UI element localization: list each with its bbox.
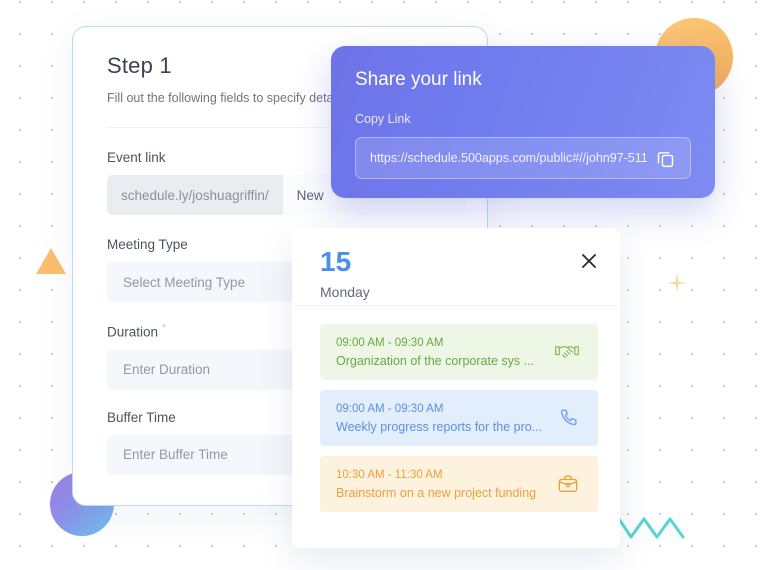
event-title: Organization of the corporate sys ...: [336, 353, 535, 368]
share-url-field[interactable]: https://schedule.500apps.com/public#//jo…: [355, 137, 691, 179]
zigzag-shape: [617, 515, 695, 541]
share-url-text: https://schedule.500apps.com/public#//jo…: [370, 151, 647, 165]
close-icon[interactable]: [580, 252, 598, 270]
event-texts: 10:30 AM - 11:30 AM Brainstorm on a new …: [336, 469, 536, 500]
share-link-card: Share your link Copy Link https://schedu…: [331, 46, 715, 198]
plus-shape: [664, 270, 690, 296]
share-card-title: Share your link: [355, 69, 482, 90]
list-item[interactable]: 09:00 AM - 09:30 AM Weekly progress repo…: [320, 390, 598, 446]
calendar-day-name: Monday: [320, 284, 370, 300]
calendar-events-list: 09:00 AM - 09:30 AM Organization of the …: [292, 306, 620, 512]
screenshot-canvas: Step 1 Fill out the following fields to …: [0, 0, 768, 570]
list-item[interactable]: 09:00 AM - 09:30 AM Organization of the …: [320, 324, 598, 380]
calendar-header: 15 Monday: [292, 228, 620, 306]
calendar-day-number: 15: [320, 246, 352, 277]
phone-icon: [558, 407, 580, 429]
event-title: Brainstorm on a new project funding: [336, 485, 537, 500]
copy-icon[interactable]: [655, 148, 676, 169]
meeting-type-label-text: Meeting Type: [107, 237, 188, 252]
required-asterisk: *: [161, 322, 167, 334]
event-link-prefix: schedule.ly/joshuagriffin/: [107, 175, 283, 215]
event-texts: 09:00 AM - 09:30 AM Organization of the …: [336, 337, 534, 368]
handshake-icon: [554, 341, 580, 363]
briefcase-icon: [556, 473, 580, 495]
calendar-day-card: 15 Monday 09:00 AM - 09:30 AM Organizati…: [292, 228, 620, 548]
list-item[interactable]: 10:30 AM - 11:30 AM Brainstorm on a new …: [320, 456, 598, 512]
event-time: 09:00 AM - 09:30 AM: [336, 402, 444, 415]
event-texts: 09:00 AM - 09:30 AM Weekly progress repo…: [336, 403, 542, 434]
event-time: 09:00 AM - 09:30 AM: [336, 336, 444, 349]
event-time: 10:30 AM - 11:30 AM: [336, 468, 443, 481]
duration-label-text: Duration: [107, 324, 159, 340]
copy-link-label: Copy Link: [355, 112, 411, 126]
event-title: Weekly progress reports for the pro...: [336, 419, 543, 434]
triangle-shape: [36, 248, 66, 274]
